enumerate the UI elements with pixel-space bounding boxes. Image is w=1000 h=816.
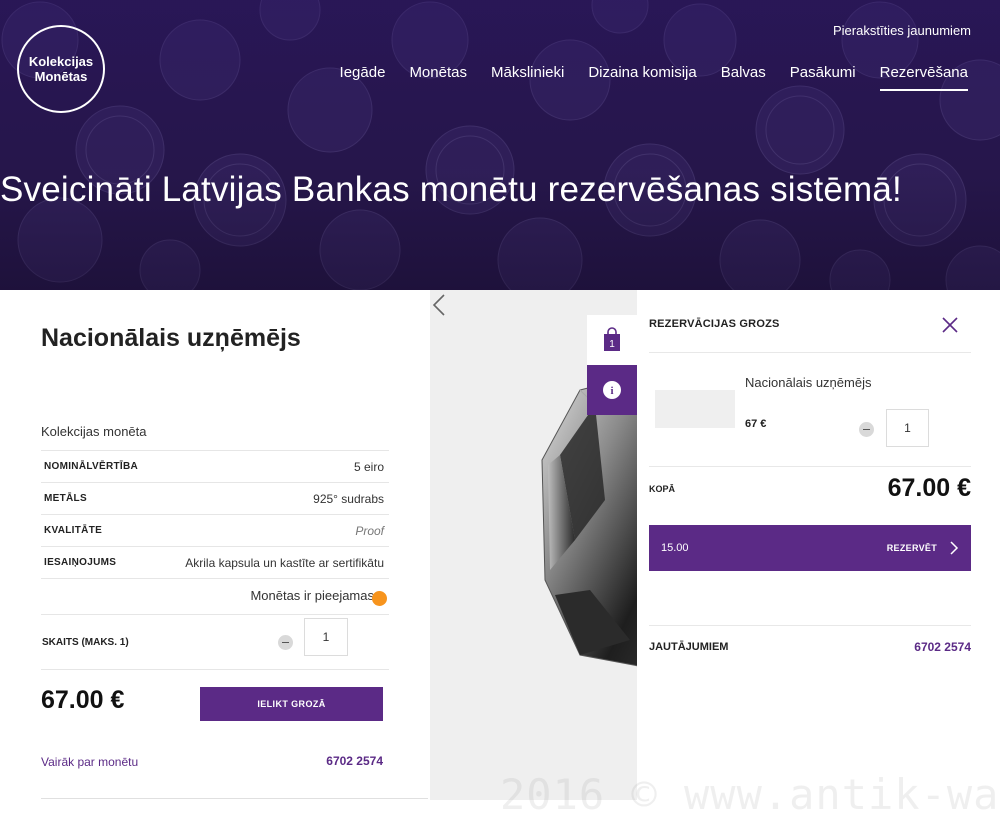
quantity-row: SKAITS (MAKS. 1): [41, 614, 389, 670]
hero-title: Sveicināti Latvijas Bankas monētu rezerv…: [0, 170, 902, 209]
decrease-quantity-button[interactable]: [278, 635, 293, 650]
cart-total-label: KOPĀ: [649, 484, 676, 494]
cart-item-name: Nacionālais uzņēmējs: [745, 375, 872, 390]
cart-total-value: 67.00 €: [887, 474, 971, 502]
spec-row: METĀLS 925° sudrabs: [41, 482, 389, 514]
nav-item-monetas[interactable]: Monētas: [397, 64, 479, 91]
hero-banner: Kolekcijas Monētas Pierakstīties jaunumi…: [0, 0, 1000, 290]
nav-item-pasakumi[interactable]: Pasākumi: [778, 64, 868, 91]
spec-value: Akrila kapsula un kastīte ar sertifikātu: [185, 555, 384, 570]
reserve-button-label: REZERVĒT: [886, 543, 937, 553]
availability-dot-icon: [372, 591, 387, 606]
newsletter-signup-link[interactable]: Pierakstīties jaunumiem: [833, 23, 971, 38]
prev-image-arrow-icon[interactable]: [430, 290, 450, 320]
spec-key: IESAIŅOJUMS: [44, 557, 117, 568]
nav-item-balvas[interactable]: Balvas: [709, 64, 778, 91]
close-icon[interactable]: [941, 316, 959, 334]
reservation-timer: 15.00: [661, 542, 689, 554]
nav-item-makslinieki[interactable]: Mākslinieki: [479, 64, 576, 91]
spec-table: NOMINĀLVĒRTĪBA 5 eiro METĀLS 925° sudrab…: [41, 450, 389, 612]
cart-quantity-input[interactable]: [886, 409, 929, 447]
more-about-coin-link[interactable]: Vairāk par monētu: [41, 755, 138, 769]
info-icon: i: [603, 381, 621, 399]
cart-tab[interactable]: 1: [587, 315, 637, 365]
product-price: 67.00 €: [41, 686, 125, 714]
divider: [649, 352, 971, 353]
product-details: Nacionālais uzņēmējs Kolekcijas monēta N…: [41, 290, 389, 816]
cart-decrease-quantity-button[interactable]: [859, 422, 874, 437]
spec-key: NOMINĀLVĒRTĪBA: [44, 461, 139, 472]
questions-label: JAUTĀJUMIEM: [649, 641, 729, 653]
questions-phone[interactable]: 6702 2574: [914, 640, 971, 654]
spec-value: Proof: [355, 523, 384, 538]
quantity-input[interactable]: [304, 618, 348, 656]
quantity-label: SKAITS (MAKS. 1): [42, 636, 129, 648]
spec-value: 925° sudrabs: [313, 491, 384, 506]
logo-line-2: Monētas: [34, 69, 88, 84]
divider: [649, 466, 971, 467]
site-logo[interactable]: Kolekcijas Monētas: [17, 25, 105, 113]
chevron-right-icon: [950, 541, 959, 555]
watermark: 2016 © www.antik-war.lv: [500, 770, 1000, 816]
info-tab[interactable]: i: [587, 365, 637, 415]
reserve-bar: 15.00 REZERVĒT: [649, 525, 971, 571]
reservation-cart-panel: REZERVĀCIJAS GROZS Nacionālais uzņēmējs …: [637, 290, 1000, 816]
cart-item-price: 67 €: [745, 418, 767, 430]
logo-line-1: Kolekcijas: [28, 54, 94, 69]
shopping-bag-icon: 1: [604, 327, 620, 351]
add-to-cart-button[interactable]: IELIKT GROZĀ: [200, 687, 383, 721]
availability-row: Monētas ir pieejamas: [41, 578, 389, 612]
spec-value: 5 eiro: [353, 459, 384, 474]
hero-overlay: [0, 0, 1000, 290]
divider: [41, 798, 428, 799]
product-type: Kolekcijas monēta: [41, 424, 147, 439]
nav-item-rezervesana[interactable]: Rezervēšana: [868, 64, 969, 91]
reserve-button[interactable]: REZERVĒT: [887, 540, 959, 556]
nav-item-iegade[interactable]: Iegāde: [328, 64, 398, 91]
spec-row: KVALITĀTE Proof: [41, 514, 389, 546]
contact-phone[interactable]: 6702 2574: [326, 754, 383, 768]
product-title: Nacionālais uzņēmējs: [41, 324, 301, 352]
main-nav: Iegāde Monētas Mākslinieki Dizaina komis…: [328, 64, 969, 91]
svg-text:i: i: [610, 385, 613, 397]
cart-title: REZERVĀCIJAS GROZS: [649, 318, 780, 330]
cart-count: 1: [609, 339, 615, 350]
spec-key: METĀLS: [44, 493, 87, 504]
spec-row: IESAIŅOJUMS Akrila kapsula un kastīte ar…: [41, 546, 389, 578]
spec-row: NOMINĀLVĒRTĪBA 5 eiro: [41, 450, 389, 482]
spec-key: KVALITĀTE: [44, 525, 103, 536]
divider: [649, 625, 971, 626]
cart-item-thumbnail: [655, 390, 735, 428]
nav-item-dizaina-komisija[interactable]: Dizaina komisija: [576, 64, 708, 91]
availability-status: Monētas ir pieejamas: [250, 588, 374, 603]
